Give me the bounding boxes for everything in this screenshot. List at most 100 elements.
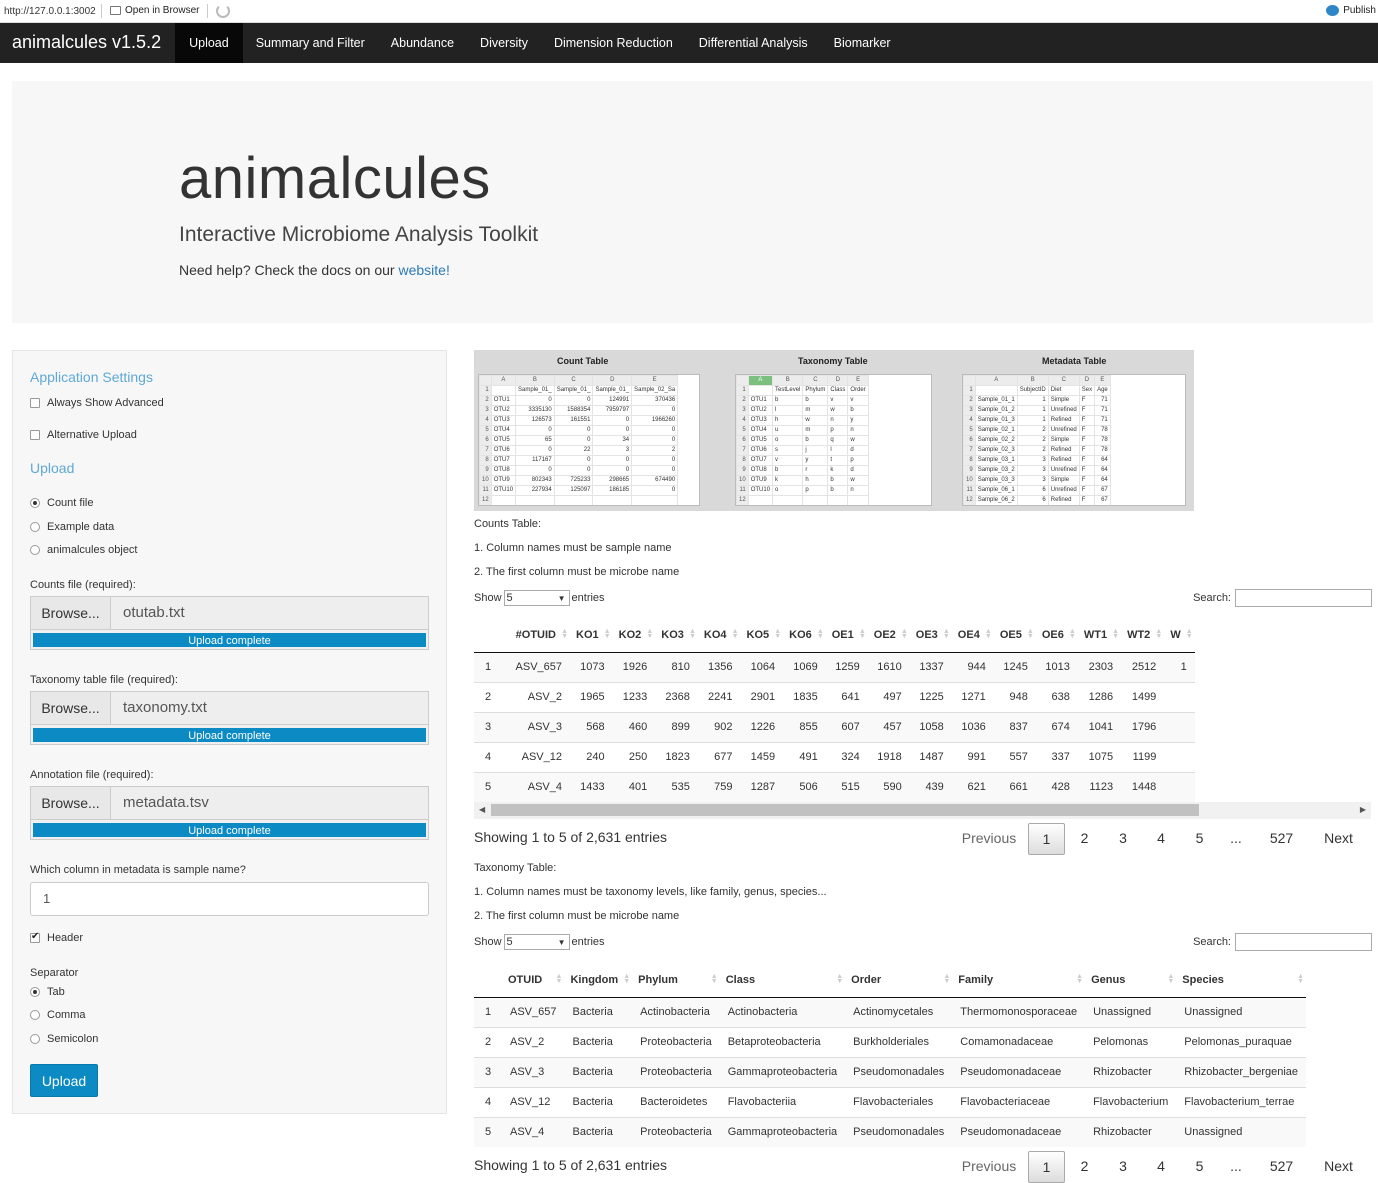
- column-header[interactable]: Genus ▲ ▼: [1085, 963, 1177, 998]
- sheet-cell: TestLevel: [772, 385, 804, 396]
- column-header[interactable]: Kingdom ▲ ▼: [564, 963, 633, 998]
- table-row[interactable]: 3 ASV_3 568 460 899 902 1226 855 607 457 1058 1036 8…: [474, 711, 1195, 742]
- tab-diversity[interactable]: Diversity: [467, 23, 541, 63]
- column-header[interactable]: Class ▲ ▼: [719, 963, 846, 998]
- website-link[interactable]: website!: [398, 262, 449, 278]
- page-3-button[interactable]: 3: [1104, 823, 1142, 855]
- radio-count-file[interactable]: Count file: [30, 497, 93, 509]
- sheet-col-header: C: [1047, 375, 1080, 386]
- column-header[interactable]: WT1 ▲ ▼: [1077, 618, 1122, 653]
- publish-button[interactable]: Publish: [1326, 5, 1376, 16]
- header-checkbox[interactable]: Header: [30, 931, 83, 944]
- alternative-upload-checkbox[interactable]: Alternative Upload: [30, 429, 137, 441]
- example-format-image: Count Table A B C D E 1 Sample_01_ Sample_01_ Sa…: [474, 350, 1194, 511]
- taxonomy-file-input[interactable]: Browse... taxonomy.txt Upload complete: [30, 691, 429, 746]
- sheet-row-number: 4: [736, 415, 749, 426]
- scroll-thumb[interactable]: [491, 804, 1199, 816]
- sort-icon: ▲ ▼: [1112, 628, 1120, 640]
- column-header[interactable]: Order ▲ ▼: [845, 963, 953, 998]
- browse-button[interactable]: Browse...: [30, 691, 111, 725]
- column-header[interactable]: Species ▲ ▼: [1176, 963, 1307, 998]
- table-row[interactable]: 4 ASV_12 Bacteria Bacteroidetes Flavobacteri…: [474, 1086, 1307, 1117]
- column-header[interactable]: KO6 ▲ ▼: [783, 618, 826, 653]
- page-length-select[interactable]: 5: [503, 590, 570, 606]
- page-5-button[interactable]: 5: [1180, 823, 1219, 855]
- tab-upload[interactable]: Upload: [175, 23, 243, 63]
- page-5-button[interactable]: 5: [1180, 1151, 1219, 1183]
- column-header[interactable]: OE4 ▲ ▼: [951, 618, 994, 653]
- table-row[interactable]: 2 ASV_2 1965 1233 2368 2241 2901 1835 641 497 1225…: [474, 681, 1195, 712]
- page-4-button[interactable]: 4: [1142, 1151, 1180, 1183]
- column-header[interactable]: OE6 ▲ ▼: [1035, 618, 1078, 653]
- column-header[interactable]: Family ▲ ▼: [952, 963, 1086, 998]
- scroll-left-icon[interactable]: ◀: [479, 805, 485, 814]
- column-header[interactable]: W ▲ ▼: [1164, 618, 1195, 653]
- radio-semicolon[interactable]: Semicolon: [30, 1033, 98, 1045]
- column-header[interactable]: #OTUID ▲ ▼: [502, 618, 570, 653]
- scroll-right-icon[interactable]: ▶: [1360, 805, 1366, 814]
- table-row[interactable]: 5 ASV_4 Bacteria Proteobacteria Gammaproteob…: [474, 1116, 1307, 1147]
- table-row[interactable]: 1 ASV_657 Bacteria Actinobacteria Actinobact…: [474, 996, 1307, 1027]
- column-header[interactable]: KO3 ▲ ▼: [655, 618, 698, 653]
- page-2-button[interactable]: 2: [1065, 823, 1104, 855]
- counts-file-input[interactable]: Browse... otutab.txt Upload complete: [30, 596, 429, 651]
- tab-abundance[interactable]: Abundance: [378, 23, 467, 63]
- column-header[interactable]: OE5 ▲ ▼: [993, 618, 1036, 653]
- page-1-button[interactable]: 1: [1028, 1151, 1065, 1183]
- column-header[interactable]: KO1 ▲ ▼: [570, 618, 613, 653]
- annotation-file-input[interactable]: Browse... metadata.tsv Upload complete: [30, 786, 429, 841]
- column-header[interactable]: KO4 ▲ ▼: [697, 618, 741, 653]
- page-527-button[interactable]: 527: [1253, 823, 1310, 855]
- sheet-cell: 0: [553, 425, 594, 436]
- page-3-button[interactable]: 3: [1104, 1151, 1142, 1183]
- next-button[interactable]: Next: [1310, 1151, 1367, 1183]
- sample-column-input[interactable]: 1: [30, 882, 429, 916]
- tab-dimension-reduction[interactable]: Dimension Reduction: [541, 23, 686, 63]
- radio-comma[interactable]: Comma: [30, 1009, 86, 1021]
- column-header[interactable]: OE3 ▲ ▼: [909, 618, 952, 653]
- column-header[interactable]: KO2 ▲ ▼: [612, 618, 656, 653]
- radio-example-data[interactable]: Example data: [30, 521, 114, 533]
- browse-button[interactable]: Browse...: [30, 596, 111, 630]
- page-4-button[interactable]: 4: [1142, 823, 1180, 855]
- page-1-button[interactable]: 1: [1028, 823, 1065, 855]
- page-527-button[interactable]: 527: [1253, 1151, 1310, 1183]
- column-header[interactable]: WT2 ▲ ▼: [1121, 618, 1165, 653]
- horizontal-scrollbar[interactable]: ◀ ▶: [474, 802, 1371, 819]
- column-header[interactable]: Phylum ▲ ▼: [632, 963, 720, 998]
- upload-button[interactable]: Upload: [30, 1064, 98, 1097]
- page-length-select[interactable]: 5: [503, 934, 570, 950]
- always-show-advanced-checkbox[interactable]: Always Show Advanced: [30, 397, 164, 409]
- table-row[interactable]: 1 ASV_657 1073 1926 810 1356 1064 1069 1259 1610 1…: [474, 651, 1195, 682]
- sheet-cell: OTU6: [490, 445, 517, 456]
- table-row[interactable]: 3 ASV_3 Bacteria Proteobacteria Gammaproteob…: [474, 1056, 1307, 1087]
- table-row[interactable]: 2 ASV_2 Bacteria Proteobacteria Betaproteoba…: [474, 1026, 1307, 1057]
- column-header[interactable]: OTUID ▲ ▼: [502, 963, 565, 998]
- url-text[interactable]: http://127.0.0.1:3002: [4, 6, 96, 17]
- column-header[interactable]: OE2 ▲ ▼: [867, 618, 910, 653]
- previous-button[interactable]: Previous: [950, 1151, 1028, 1183]
- radio-animalcules-object[interactable]: animalcules object: [30, 544, 138, 556]
- sheet-cell: Unrefined: [1047, 465, 1080, 476]
- radio-tab[interactable]: Tab: [30, 986, 65, 998]
- search-input[interactable]: [1235, 933, 1372, 951]
- tab-differential-analysis[interactable]: Differential Analysis: [686, 23, 821, 63]
- table-cell: Flavobacterium: [1085, 1086, 1177, 1117]
- table-row[interactable]: 5 ASV_4 1433 401 535 759 1287 506 515 590 439 621 66…: [474, 771, 1195, 802]
- tab-biomarker[interactable]: Biomarker: [821, 23, 904, 63]
- app-brand[interactable]: animalcules v1.5.2: [0, 23, 175, 63]
- open-in-browser-button[interactable]: Open in Browser: [110, 5, 199, 16]
- column-header-label: OE4: [957, 628, 980, 641]
- previous-button[interactable]: Previous: [950, 823, 1028, 855]
- column-header[interactable]: OE1 ▲ ▼: [825, 618, 868, 653]
- search-input[interactable]: [1235, 589, 1372, 607]
- column-header[interactable]: KO5 ▲ ▼: [740, 618, 784, 653]
- refresh-icon[interactable]: [216, 4, 230, 18]
- next-button[interactable]: Next: [1310, 823, 1367, 855]
- page-2-button[interactable]: 2: [1065, 1151, 1104, 1183]
- sheet-cell: OTU8: [490, 465, 517, 476]
- sheet-cell: 126573: [515, 415, 555, 426]
- table-row[interactable]: 4 ASV_12 240 250 1823 677 1459 491 324 1918 1487 99…: [474, 741, 1195, 772]
- browse-button[interactable]: Browse...: [30, 786, 111, 820]
- tab-summary-and-filter[interactable]: Summary and Filter: [243, 23, 378, 63]
